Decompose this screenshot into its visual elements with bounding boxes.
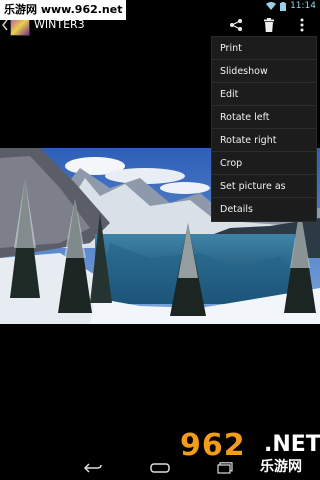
watermark-suffix: .NET bbox=[264, 432, 320, 457]
menu-item-set-picture-as[interactable]: Set picture as bbox=[212, 175, 316, 198]
menu-item-print[interactable]: Print bbox=[212, 37, 316, 60]
watermark-cn: 乐游网 bbox=[260, 459, 302, 475]
menu-item-crop[interactable]: Crop bbox=[212, 152, 316, 175]
back-icon[interactable] bbox=[82, 460, 104, 476]
battery-icon bbox=[280, 1, 287, 11]
menu-item-slideshow[interactable]: Slideshow bbox=[212, 60, 316, 83]
menu-item-details[interactable]: Details bbox=[212, 198, 316, 221]
menu-item-rotate-left[interactable]: Rotate left bbox=[212, 106, 316, 129]
watermark-bottom: 962 .NET 乐游网 bbox=[180, 428, 320, 478]
home-icon[interactable] bbox=[149, 460, 171, 476]
delete-icon[interactable] bbox=[261, 17, 277, 33]
share-icon[interactable] bbox=[228, 17, 244, 33]
overflow-menu-icon[interactable] bbox=[294, 17, 310, 33]
overflow-menu: Print Slideshow Edit Rotate left Rotate … bbox=[212, 37, 316, 221]
watermark-number: 962 bbox=[180, 428, 246, 463]
menu-item-edit[interactable]: Edit bbox=[212, 83, 316, 106]
up-caret-icon[interactable] bbox=[2, 19, 8, 31]
wifi-icon bbox=[266, 2, 277, 10]
menu-item-rotate-right[interactable]: Rotate right bbox=[212, 129, 316, 152]
status-time: 11:14 bbox=[290, 1, 316, 11]
watermark-top: 乐游网 www.962.net bbox=[0, 0, 127, 20]
status-icons: 11:14 bbox=[266, 0, 316, 12]
